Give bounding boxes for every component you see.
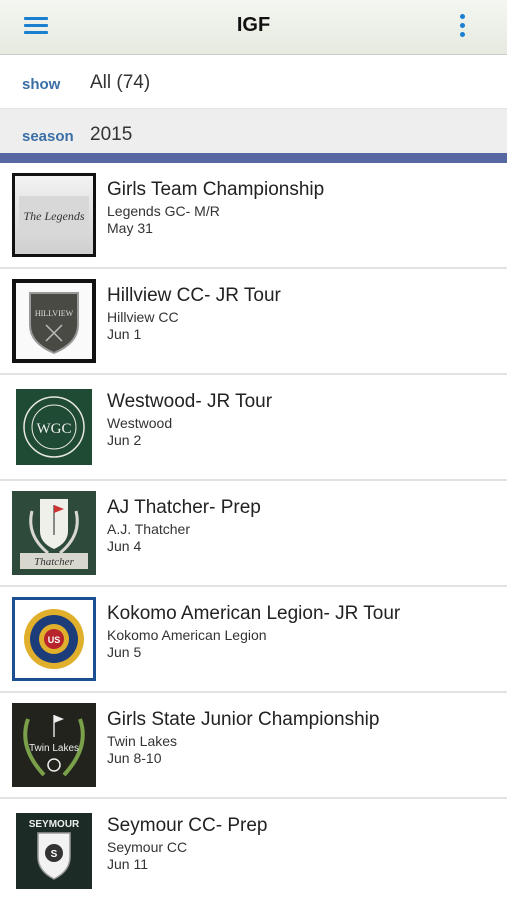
event-date: Jun 11 — [107, 856, 148, 872]
show-filter-row[interactable]: show All (74) — [0, 57, 507, 109]
show-filter-label: show — [22, 76, 61, 93]
section-divider — [0, 153, 507, 163]
event-venue: Seymour CC — [107, 839, 188, 855]
event-date: Jun 4 — [107, 538, 142, 554]
show-filter-value[interactable]: All (74) — [90, 72, 150, 94]
event-name: Girls Team Championship — [107, 179, 325, 200]
event-list: The Legends Girls Team Championship Lege… — [0, 163, 507, 905]
legends-logo-icon: The Legends — [12, 173, 96, 257]
twin-lakes-logo-icon: Twin Lakes — [12, 703, 96, 787]
svg-text:S: S — [51, 849, 58, 860]
american-legion-logo-text: US — [48, 635, 61, 645]
event-row[interactable]: US Kokomo American Legion- JR Tour Kokom… — [0, 587, 507, 693]
event-date: Jun 1 — [107, 326, 142, 342]
seymour-logo-icon: SEYMOUR S — [16, 813, 92, 889]
event-row[interactable]: Thatcher AJ Thatcher- Prep A.J. Thatcher… — [0, 481, 507, 587]
event-date: Jun 2 — [107, 432, 142, 448]
event-date: Jun 5 — [107, 644, 142, 660]
thatcher-logo-text: Thatcher — [34, 556, 74, 568]
westwood-logo-text: WGC — [37, 421, 72, 437]
event-venue: Hillview CC — [107, 309, 179, 325]
event-row[interactable]: SEYMOUR S Seymour CC- Prep Seymour CC Ju… — [0, 799, 507, 905]
american-legion-logo-icon: US — [12, 597, 96, 681]
more-options-icon[interactable] — [457, 14, 467, 40]
seymour-logo-text: SEYMOUR — [29, 819, 80, 830]
event-row[interactable]: Twin Lakes Girls State Junior Championsh… — [0, 693, 507, 799]
event-name: AJ Thatcher- Prep — [107, 497, 261, 518]
event-date: May 31 — [107, 220, 153, 236]
season-filter-value[interactable]: 2015 — [90, 124, 132, 146]
event-name: Westwood- JR Tour — [107, 391, 273, 412]
event-venue: Twin Lakes — [107, 733, 178, 749]
season-filter-label: season — [22, 128, 74, 145]
event-name: Seymour CC- Prep — [107, 815, 268, 836]
event-venue: Kokomo American Legion — [107, 627, 267, 643]
event-date: Jun 8-10 — [107, 750, 162, 766]
westwood-logo-icon: WGC — [16, 389, 92, 465]
event-venue: A.J. Thatcher — [107, 521, 191, 537]
app-title: IGF — [236, 14, 271, 36]
legends-logo-text: The Legends — [24, 209, 85, 223]
event-row[interactable]: WGC Westwood- JR Tour Westwood Jun 2 — [0, 375, 507, 481]
thatcher-logo-icon: Thatcher — [12, 491, 96, 575]
event-row[interactable]: HILLVIEW Hillview CC- JR Tour Hillview C… — [0, 269, 507, 375]
event-name: Hillview CC- JR Tour — [107, 285, 281, 306]
event-name: Kokomo American Legion- JR Tour — [107, 603, 401, 624]
hillview-logo-icon: HILLVIEW — [12, 279, 96, 363]
event-row[interactable]: The Legends Girls Team Championship Lege… — [0, 163, 507, 269]
hillview-logo-text: HILLVIEW — [35, 309, 74, 318]
event-name: Girls State Junior Championship — [107, 709, 380, 730]
event-venue: Legends GC- M/R — [107, 203, 220, 219]
event-venue: Westwood — [107, 415, 173, 431]
twin-lakes-logo-text: Twin Lakes — [29, 743, 79, 754]
top-app-bar: IGF — [0, 0, 507, 55]
